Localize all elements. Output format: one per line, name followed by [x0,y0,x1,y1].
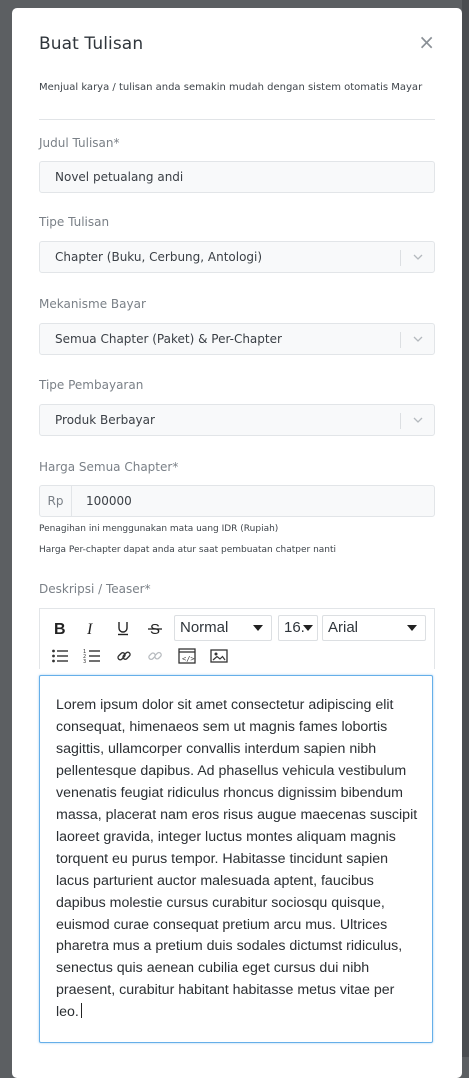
italic-icon[interactable]: I [80,618,102,638]
link-icon[interactable] [113,646,135,666]
code-view-icon[interactable]: </> [176,646,198,666]
select-separator [400,332,401,348]
harga-input[interactable]: Rp 100000 [39,485,435,517]
judul-label: Judul Tulisan* [39,136,120,150]
backdrop [462,0,469,1057]
format-select[interactable]: Normal [174,615,272,641]
description-editor[interactable]: Lorem ipsum dolor sit amet consectetur a… [39,675,433,1043]
bold-icon[interactable]: B [49,618,71,638]
judul-input[interactable]: Novel petualang andi [39,161,435,193]
harga-value: 100000 [86,494,132,508]
close-icon[interactable]: × [418,32,435,52]
modal-header: Buat Tulisan × [39,32,435,56]
unlink-icon[interactable] [144,646,166,666]
font-select[interactable]: Arial [322,615,426,641]
editor-toolbar: B I S Normal 16. Arial 123 </> [39,608,435,669]
numbered-list-icon[interactable]: 123 [81,646,103,666]
text-cursor [80,1003,82,1019]
chevron-down-icon [413,417,423,423]
judul-value: Novel petualang andi [55,170,184,184]
caret-down-icon [253,625,263,631]
currency-prefix: Rp [40,486,72,516]
bullet-list-icon[interactable] [49,646,71,666]
caret-down-icon [407,625,417,631]
tipe-tulisan-value: Chapter (Buku, Cerbung, Antologi) [55,250,263,264]
description-text[interactable]: Lorem ipsum dolor sit amet consectetur a… [56,695,420,1024]
chevron-down-icon [413,336,423,342]
harga-label: Harga Semua Chapter* [39,460,179,474]
svg-text:B: B [54,621,66,636]
format-value: Normal [180,619,229,636]
select-separator [400,413,401,429]
size-select[interactable]: 16. [278,615,318,641]
tipe-pembayaran-label: Tipe Pembayaran [39,378,144,392]
harga-note-per-chapter: Harga Per-chapter dapat anda atur saat p… [39,545,337,555]
tipe-pembayaran-select[interactable]: Produk Berbayar [39,404,435,436]
strikethrough-icon[interactable]: S [144,618,166,638]
create-post-modal: Buat Tulisan × Menjual karya / tulisan a… [12,8,462,1078]
svg-text:</>: </> [182,655,195,663]
mekanisme-bayar-select[interactable]: Semua Chapter (Paket) & Per-Chapter [39,323,435,355]
font-value: Arial [328,619,359,636]
chevron-down-icon [413,254,423,260]
deskripsi-label: Deskripsi / Teaser* [39,582,151,596]
select-separator [400,250,401,266]
harga-note-currency: Penagihan ini menggunakan mata uang IDR … [39,524,279,534]
tipe-pembayaran-value: Produk Berbayar [55,413,155,427]
mekanisme-bayar-label: Mekanisme Bayar [39,297,146,311]
svg-text:3: 3 [83,659,86,664]
modal-subtitle: Menjual karya / tulisan anda semakin mud… [39,82,423,93]
mekanisme-bayar-value: Semua Chapter (Paket) & Per-Chapter [55,332,282,346]
description-content: Lorem ipsum dolor sit amet consectetur a… [56,697,418,1021]
underline-icon[interactable] [112,618,134,638]
caret-down-icon [303,625,313,631]
image-icon[interactable] [208,646,230,666]
tipe-tulisan-select[interactable]: Chapter (Buku, Cerbung, Antologi) [39,241,435,273]
modal-title: Buat Tulisan [39,34,144,54]
tipe-tulisan-label: Tipe Tulisan [39,215,110,229]
svg-text:I: I [86,621,93,636]
divider [39,119,435,120]
